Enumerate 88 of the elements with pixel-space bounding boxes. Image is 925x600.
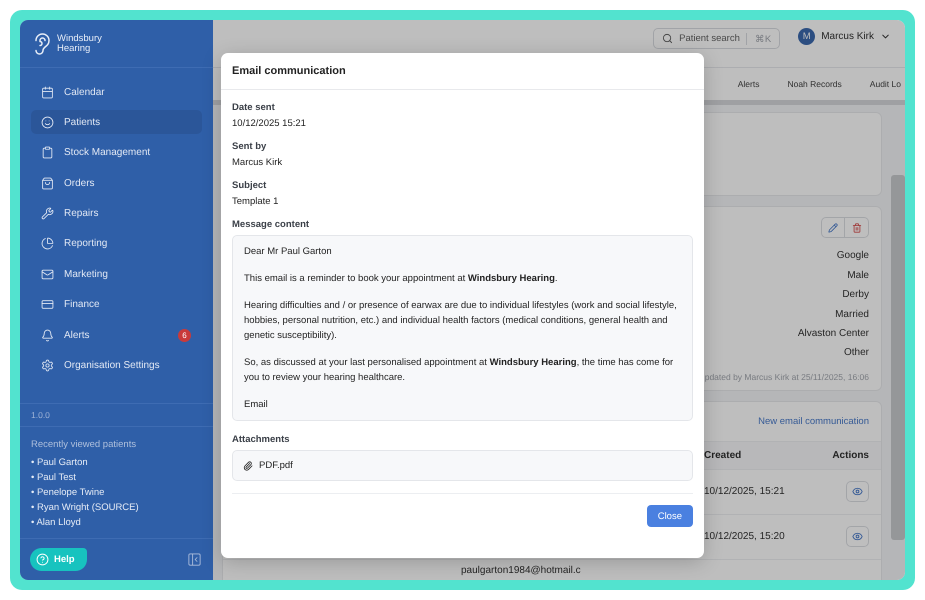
- nav-item[interactable]: Orders: [31, 171, 202, 196]
- field-label: Date sent: [232, 102, 276, 113]
- field-label: Sent by: [232, 141, 268, 152]
- collapse-sidebar-icon[interactable]: [187, 552, 202, 567]
- nav-label: Marketing: [64, 268, 108, 280]
- tab[interactable]: Audit Lo: [870, 79, 901, 89]
- close-button[interactable]: Close: [646, 505, 693, 528]
- nav-item[interactable]: Marketing: [31, 262, 202, 286]
- recent-patient-link[interactable]: • Penelope Twine: [31, 487, 202, 498]
- envelope-icon: [41, 268, 54, 281]
- version-text: 1.0.0: [20, 403, 213, 427]
- tab[interactable]: Noah Records: [787, 79, 842, 89]
- nav-label: Repairs: [64, 208, 98, 220]
- detail-value: Married: [835, 308, 869, 320]
- table-cell-text: paulgarton1984@hotmail.c: [461, 564, 582, 576]
- message-paragraph: Email: [244, 398, 269, 412]
- message-paragraph: So, as discussed at your last personalised appointment at Windsbury Hearing, the time has come for you to review your hearing healthcare.: [244, 356, 674, 386]
- message-paragraph: Hearing difficulties and / or presence of earwax are due to individual lifestyles (work and social lifestyle, hobbies, personal nutrition, etc.) and individual health factors (medical conditions, general health and genetic susceptibility).: [244, 298, 678, 344]
- nav-label: Stock Management: [64, 147, 150, 158]
- smiley-icon: [41, 116, 54, 129]
- view-button[interactable]: [846, 526, 869, 548]
- brand-name: Windsbury Hearing: [57, 34, 102, 54]
- attachment-item[interactable]: PDF.pdf: [232, 450, 693, 482]
- search-icon: [662, 33, 674, 44]
- nav-item[interactable]: Finance: [31, 292, 202, 317]
- field-label: Subject: [232, 180, 268, 191]
- trash-icon: [852, 222, 862, 232]
- search-field[interactable]: Patient search ⌘K: [653, 28, 780, 49]
- nav-label: Alerts: [64, 330, 90, 341]
- section-title: Recently viewed patients: [31, 439, 138, 450]
- pie-chart-icon: [41, 237, 54, 250]
- scrollbar-thumb[interactable]: [891, 175, 905, 540]
- column-header: Created: [704, 450, 742, 461]
- nav-label: Patients: [64, 116, 100, 128]
- settings-icon: [41, 359, 54, 372]
- recent-patient-link[interactable]: • Paul Test: [31, 472, 202, 483]
- table-cell-text: 10/12/2025, 15:21: [704, 486, 786, 498]
- updated-text: pdated by Marcus Kirk at 25/11/2025, 16:06: [704, 372, 869, 382]
- tab[interactable]: Alerts: [738, 79, 760, 89]
- nav-item[interactable]: Reporting: [31, 232, 202, 256]
- recent-patient-link[interactable]: • Ryan Wright (SOURCE): [31, 502, 202, 513]
- detail-value: Male: [847, 270, 869, 281]
- nav-label: Finance: [64, 299, 100, 310]
- paperclip-icon: [243, 460, 253, 471]
- field-label: Attachments: [232, 434, 291, 446]
- nav-item[interactable]: Repairs: [31, 202, 202, 226]
- bag-icon: [41, 176, 54, 190]
- detail-value: Derby: [842, 289, 869, 300]
- nav-label: Calendar: [64, 86, 105, 98]
- message-paragraph: Dear Mr Paul Garton: [244, 245, 333, 259]
- edit-button[interactable]: [821, 217, 845, 238]
- recent-patient-link[interactable]: • Paul Garton: [31, 457, 202, 468]
- view-button[interactable]: [846, 481, 869, 502]
- field-value: Template 1: [232, 196, 280, 207]
- nav-item[interactable]: Patients: [31, 110, 202, 134]
- bell-icon: [41, 328, 54, 342]
- table-cell-text: 10/12/2025, 15:20: [704, 531, 786, 542]
- detail-value: Other: [844, 347, 869, 358]
- nav-item[interactable]: Organisation Settings: [31, 354, 202, 378]
- nav-label: Reporting: [64, 238, 108, 250]
- user-menu[interactable]: M Marcus Kirk: [798, 28, 891, 45]
- column-header: Actions: [832, 450, 869, 461]
- field-value: 10/12/2025 15:21: [232, 118, 307, 129]
- clipboard-icon: [41, 146, 54, 160]
- calendar-icon: [41, 86, 54, 98]
- new-email-link[interactable]: New email communication: [758, 416, 869, 427]
- field-label: Message content: [232, 219, 310, 230]
- nav-item[interactable]: Alerts 6: [31, 323, 202, 348]
- wrench-icon: [41, 207, 54, 220]
- message-paragraph: This email is a reminder to book your appointment at Windsbury Hearing.: [244, 272, 559, 286]
- eye-icon: [852, 486, 863, 498]
- nav-item[interactable]: Calendar: [31, 80, 202, 104]
- eye-icon: [852, 531, 863, 542]
- attachment-name: PDF.pdf: [259, 460, 293, 472]
- detail-value: Google: [836, 250, 869, 262]
- card-icon: [41, 298, 54, 312]
- help-icon: [36, 553, 49, 566]
- recent-patient-link[interactable]: • Alan Lloyd: [31, 517, 202, 528]
- delete-button[interactable]: [845, 217, 869, 238]
- nav-item[interactable]: Stock Management: [31, 140, 202, 165]
- pencil-icon: [828, 222, 838, 232]
- detail-value: Alvaston Center: [798, 328, 869, 339]
- nav-label: Organisation Settings: [64, 360, 160, 372]
- count-badge: 6: [178, 328, 191, 342]
- field-value: Marcus Kirk: [232, 157, 284, 168]
- nav-label: Orders: [64, 178, 95, 189]
- avatar: M: [798, 28, 816, 45]
- dialog-title: Email communication: [232, 65, 346, 77]
